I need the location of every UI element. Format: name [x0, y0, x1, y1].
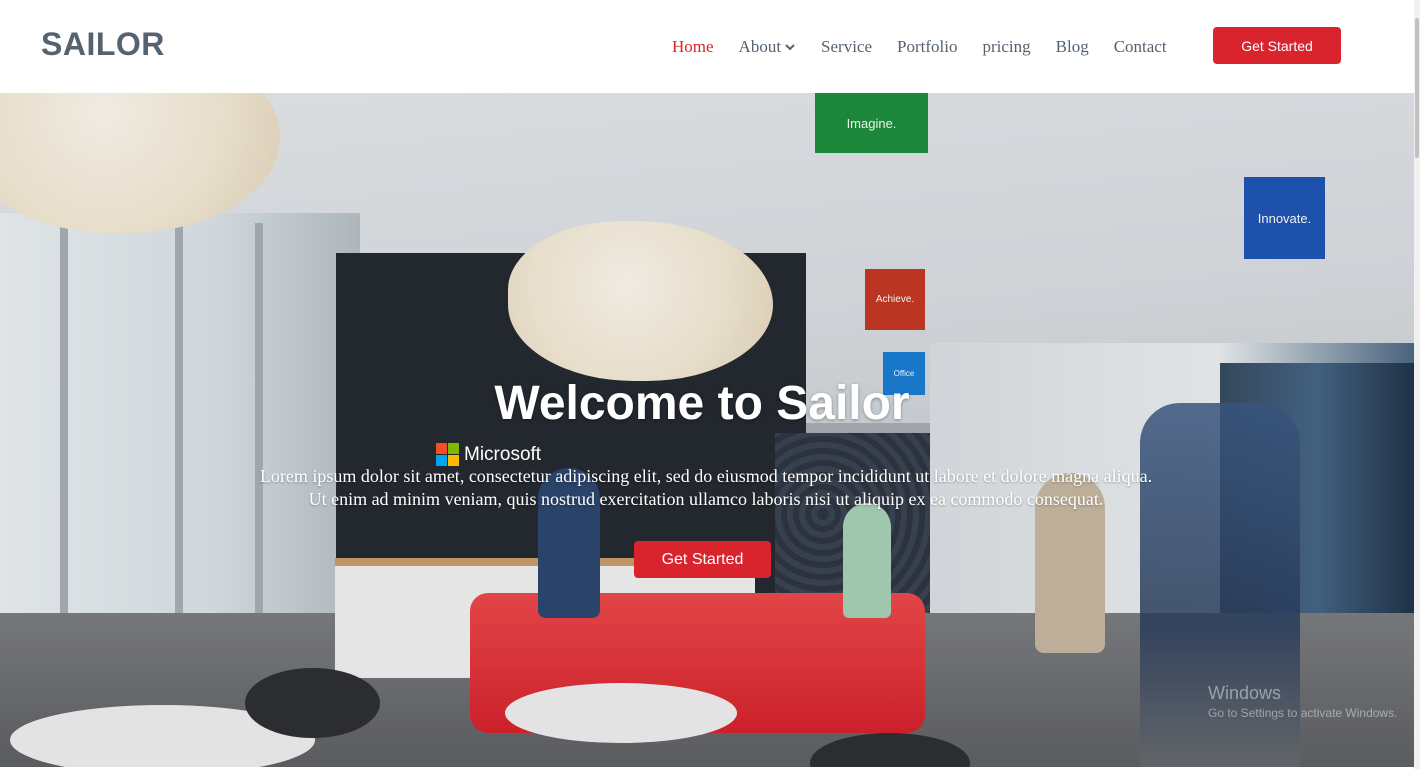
watermark-title: Windows	[1208, 683, 1282, 703]
photo-microsoft-sign: Microsoft	[436, 443, 541, 466]
nav-service[interactable]: Service	[821, 37, 872, 57]
site-header: SAILOR Home About Service Portfolio pric…	[0, 0, 1414, 93]
chevron-down-icon	[785, 43, 795, 50]
microsoft-sign-text: Microsoft	[464, 443, 542, 465]
nav-pricing[interactable]: pricing	[982, 37, 1030, 57]
hero-description-line1: Lorem ipsum dolor sit amet, consectetur …	[259, 466, 1153, 486]
hero-title: Welcome to Sailor	[494, 377, 910, 430]
nav-about[interactable]: About	[739, 37, 797, 57]
hero-get-started-button[interactable]: Get Started	[634, 541, 771, 578]
nav-home[interactable]: Home	[672, 37, 714, 57]
scrollbar-thumb[interactable]	[1415, 18, 1419, 158]
hero-description-line2: Ut enim ad minim veniam, quis nostrud ex…	[308, 489, 1104, 509]
microsoft-logo-icon	[436, 443, 459, 466]
nav-about-label: About	[738, 36, 782, 56]
nav-blog[interactable]: Blog	[1056, 37, 1089, 57]
windows-activation-watermark: Windows Go to Settings to activate Windo…	[1208, 683, 1397, 720]
nav-contact[interactable]: Contact	[1114, 37, 1167, 57]
header-get-started-button[interactable]: Get Started	[1213, 27, 1341, 64]
main-nav: Home About Service Portfolio pricing Blo…	[672, 0, 1192, 93]
hero-section: Imagine. Innovate. Achieve. Office Welco…	[0, 93, 1414, 767]
site-logo[interactable]: SAILOR	[41, 26, 165, 63]
watermark-subtitle: Go to Settings to activate Windows.	[1208, 706, 1398, 720]
hero-description: Lorem ipsum dolor sit amet, consectetur …	[206, 465, 1206, 511]
nav-portfolio[interactable]: Portfolio	[897, 37, 957, 57]
